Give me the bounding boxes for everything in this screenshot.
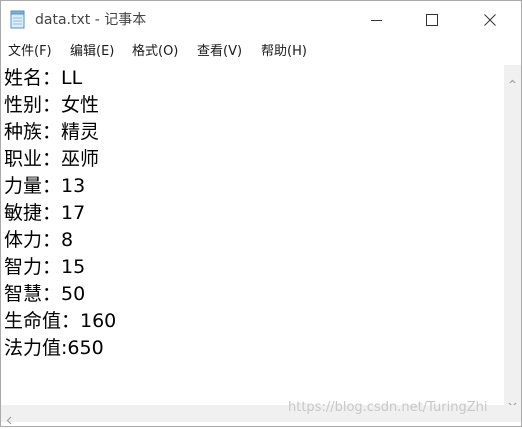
text-line: 智慧：50	[4, 283, 86, 305]
window-title: data.txt - 记事本	[35, 12, 147, 28]
text-line: 性别：女性	[4, 94, 100, 116]
text-line: 体力：8	[4, 229, 74, 251]
scrollbar-corner	[504, 405, 521, 422]
minimize-icon	[370, 11, 382, 30]
text-editor[interactable]: 姓名：LL 性别：女性 种族：精灵 职业：巫师 力量：13 敏捷：17 体力：8…	[1, 65, 504, 405]
text-line: 职业：巫师	[4, 148, 100, 170]
text-line: 力量：13	[4, 175, 86, 197]
title-bar[interactable]: data.txt - 记事本	[1, 1, 521, 39]
notepad-window: data.txt - 记事本 文件(F) 编辑(E) 格式(O) 查看(V) 帮…	[0, 0, 522, 427]
close-button[interactable]	[467, 1, 513, 39]
vertical-scroll-track[interactable]	[508, 83, 517, 383]
text-line: 种族：精灵	[4, 121, 100, 143]
minimize-button[interactable]	[353, 1, 399, 39]
menu-format[interactable]: 格式(O)	[131, 42, 179, 62]
close-icon	[484, 11, 496, 30]
text-line: 生命值：160	[4, 310, 117, 332]
text-line: 法力值:650	[4, 337, 104, 359]
menu-bar: 文件(F) 编辑(E) 格式(O) 查看(V) 帮助(H)	[1, 39, 521, 66]
maximize-icon	[426, 11, 438, 30]
menu-help[interactable]: 帮助(H)	[260, 42, 308, 62]
menu-view[interactable]: 查看(V)	[196, 42, 243, 62]
vertical-scrollbar[interactable]	[504, 65, 521, 408]
maximize-button[interactable]	[409, 1, 455, 39]
text-line: 智力：15	[4, 256, 86, 278]
menu-edit[interactable]: 编辑(E)	[69, 42, 115, 62]
notepad-icon	[10, 10, 26, 29]
watermark: https://blog.csdn.net/TuringZhi	[288, 400, 488, 415]
text-line: 姓名：LL	[4, 67, 83, 89]
text-line: 敏捷：17	[4, 202, 86, 224]
scroll-left-icon[interactable]	[6, 410, 12, 429]
menu-file[interactable]: 文件(F)	[7, 42, 53, 62]
